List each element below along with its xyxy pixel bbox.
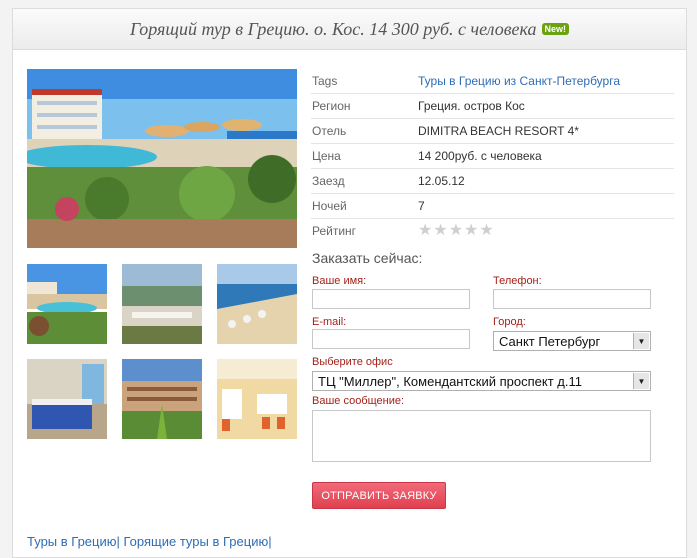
- office-select-value: ТЦ "Миллер", Комендантский проспект д.11: [318, 373, 582, 389]
- detail-row-hotel: Отель DIMITRA BEACH RESORT 4*: [311, 119, 674, 144]
- detail-value: 14 200руб. с человека: [418, 149, 542, 163]
- order-form-title: Заказать сейчас:: [312, 250, 423, 266]
- chevron-down-icon[interactable]: ▼: [633, 333, 649, 349]
- main-hotel-photo[interactable]: [27, 69, 297, 248]
- separator: |: [116, 534, 124, 549]
- thumbnail-beach[interactable]: [217, 264, 297, 344]
- footer-link-hot-tours[interactable]: Горящие туры в Грецию: [124, 534, 269, 549]
- email-input[interactable]: [312, 329, 470, 349]
- thumbnail-hotel-building[interactable]: [122, 359, 202, 439]
- detail-key: Рейтинг: [312, 224, 357, 238]
- detail-key: Отель: [312, 124, 347, 138]
- city-label: Город:: [493, 316, 526, 328]
- tags-link[interactable]: Туры в Грецию из Санкт-Петербурга: [418, 74, 620, 88]
- detail-value: 7: [418, 199, 425, 213]
- star-icon[interactable]: ★: [449, 223, 463, 239]
- footer-link-greece-tours[interactable]: Туры в Грецию: [27, 534, 117, 549]
- detail-value: Греция. остров Кос: [418, 99, 525, 113]
- star-icon[interactable]: ★: [418, 223, 432, 239]
- message-label: Ваше сообщение:: [312, 395, 405, 407]
- detail-row-nights: Ночей 7: [311, 194, 674, 219]
- name-input[interactable]: [312, 289, 470, 309]
- detail-row-rating: Рейтинг ★ ★ ★ ★ ★: [311, 219, 674, 243]
- phone-input[interactable]: [493, 289, 651, 309]
- separator: |: [268, 534, 272, 549]
- phone-label: Телефон:: [493, 275, 542, 287]
- submit-button[interactable]: ОТПРАВИТЬ ЗАЯВКУ: [312, 482, 446, 509]
- message-textarea[interactable]: [312, 410, 651, 462]
- new-badge: New!: [541, 23, 570, 35]
- page-title: Горящий тур в Грецию. о. Кос. 14 300 руб…: [129, 18, 537, 39]
- tour-details: Tags Туры в Грецию из Санкт-Петербурга Р…: [311, 69, 674, 243]
- detail-value: DIMITRA BEACH RESORT 4*: [418, 124, 579, 138]
- detail-row-price: Цена 14 200руб. с человека: [311, 144, 674, 169]
- thumbnail-room[interactable]: [27, 359, 107, 439]
- star-icon[interactable]: ★: [464, 223, 478, 239]
- header-bar: Горящий тур в Грецию. о. Кос. 14 300 руб…: [13, 9, 686, 50]
- detail-row-checkin: Заезд 12.05.12: [311, 169, 674, 194]
- thumbnail-pool[interactable]: [27, 264, 107, 344]
- chevron-down-icon[interactable]: ▼: [633, 373, 649, 389]
- office-select[interactable]: ТЦ "Миллер", Комендантский проспект д.11…: [312, 371, 651, 391]
- detail-key: Регион: [312, 99, 351, 113]
- detail-key: Ночей: [312, 199, 347, 213]
- detail-row-tags: Tags Туры в Грецию из Санкт-Петербурга: [311, 69, 674, 94]
- name-label: Ваше имя:: [312, 275, 367, 287]
- footer-links: Туры в Грецию| Горящие туры в Грецию|: [27, 534, 272, 549]
- star-icon[interactable]: ★: [479, 223, 493, 239]
- city-select[interactable]: Санкт Петербург ▼: [493, 331, 651, 351]
- office-label: Выберите офис: [312, 356, 393, 368]
- email-label: E-mail:: [312, 316, 347, 328]
- detail-value: 12.05.12: [418, 174, 465, 188]
- thumbnail-restaurant[interactable]: [217, 359, 297, 439]
- star-icon[interactable]: ★: [433, 223, 447, 239]
- rating-stars[interactable]: ★ ★ ★ ★ ★: [418, 223, 494, 239]
- detail-row-region: Регион Греция. остров Кос: [311, 94, 674, 119]
- city-select-value: Санкт Петербург: [499, 333, 601, 349]
- detail-key: Цена: [312, 149, 341, 163]
- detail-key: Заезд: [312, 174, 345, 188]
- thumbnail-coast-village[interactable]: [122, 264, 202, 344]
- detail-key: Tags: [312, 74, 338, 88]
